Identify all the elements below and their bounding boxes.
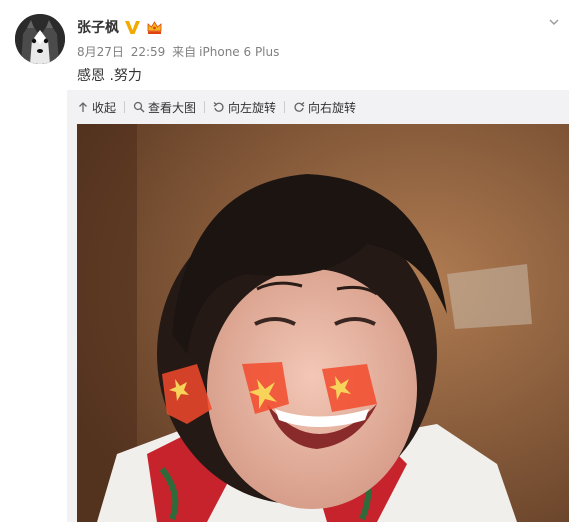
collapse-label: 收起 bbox=[92, 100, 117, 115]
post-text: 感恩 .努力 bbox=[77, 68, 142, 84]
portrait-photo-image bbox=[77, 124, 569, 522]
post-date[interactable]: 8月27日 bbox=[77, 45, 124, 59]
toolbar-divider bbox=[124, 101, 126, 113]
rotate-left-label: 向左旋转 bbox=[228, 100, 277, 115]
source-prefix: 来自 bbox=[172, 45, 197, 59]
toolbar-divider bbox=[284, 101, 286, 113]
rotate-left-icon bbox=[213, 102, 224, 112]
rotate-right-label: 向右旋转 bbox=[308, 100, 357, 115]
post-source[interactable]: iPhone 6 Plus bbox=[199, 45, 279, 59]
collapse-arrow-up-icon bbox=[79, 102, 87, 112]
rotate-right-button[interactable]: 向右旋转 bbox=[293, 99, 356, 116]
post-time[interactable]: 22:59 bbox=[131, 45, 166, 59]
weibo-post: 张子枫 8月27日 22:59 来自iPhone 6 Plus 感恩 .努力 bbox=[0, 0, 569, 522]
author-row: 张子枫 bbox=[77, 16, 163, 38]
author-name[interactable]: 张子枫 bbox=[77, 17, 119, 37]
rotate-right-icon bbox=[294, 102, 305, 112]
post-photo[interactable] bbox=[77, 124, 569, 522]
view-large-label: 查看大图 bbox=[148, 100, 197, 115]
post-meta: 8月27日 22:59 来自 iPhone 6 Plus bbox=[77, 43, 282, 60]
crown-icon[interactable] bbox=[146, 19, 163, 36]
verified-v-icon[interactable] bbox=[124, 19, 141, 36]
chevron-down-icon[interactable] bbox=[547, 14, 561, 28]
husky-dog-avatar-image bbox=[15, 14, 65, 64]
rotate-left-button[interactable]: 向左旋转 bbox=[213, 99, 276, 116]
view-large-button[interactable]: 查看大图 bbox=[133, 99, 196, 116]
collapse-button[interactable]: 收起 bbox=[77, 99, 116, 116]
image-toolbar: 收起 查看大图 向左旋转 向右旋转 bbox=[77, 97, 356, 117]
author-avatar[interactable] bbox=[15, 14, 65, 64]
toolbar-divider bbox=[204, 101, 206, 113]
magnifier-icon bbox=[133, 101, 145, 113]
